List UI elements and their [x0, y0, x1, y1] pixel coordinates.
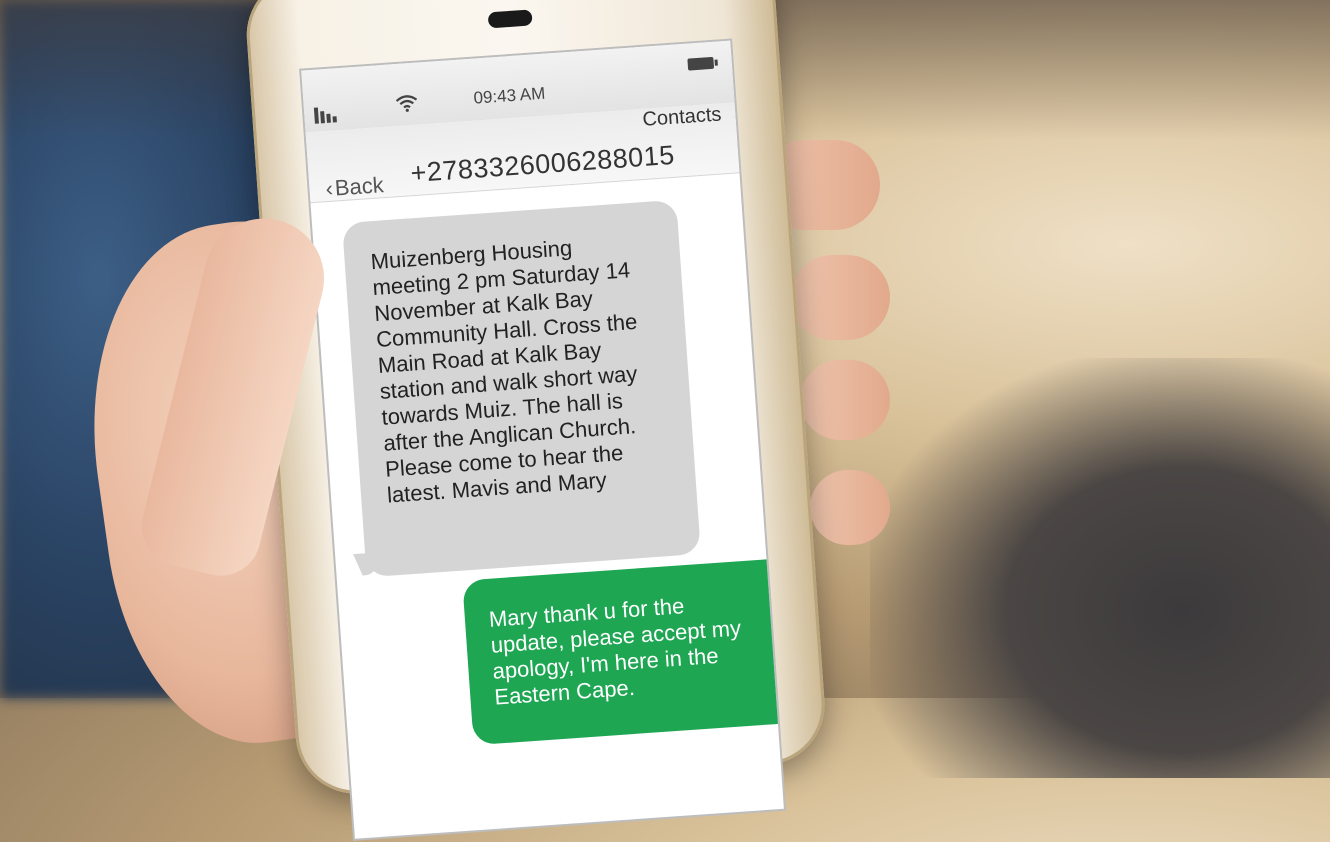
blurred-background-right [870, 358, 1330, 778]
outgoing-message-text: Mary thank u for the update, please acce… [488, 593, 742, 710]
contacts-button[interactable]: Contacts [642, 103, 722, 131]
battery-icon [687, 56, 715, 71]
phone-speaker [487, 9, 533, 29]
back-button[interactable]: ‹Back [325, 172, 385, 202]
phone-screen: 09:43 AM Contacts ‹Back +278332600628801… [301, 40, 784, 839]
conversation-phone-number: +2783326006288015 [409, 139, 676, 189]
signal-icon [313, 106, 343, 124]
finger-2 [790, 255, 890, 340]
finger-3 [800, 360, 890, 440]
wifi-icon [395, 94, 418, 117]
incoming-message-text: Muizenberg Housing meeting 2 pm Saturday… [369, 235, 639, 508]
back-label: Back [333, 172, 385, 201]
incoming-message-bubble[interactable]: Muizenberg Housing meeting 2 pm Saturday… [341, 199, 701, 578]
smartphone: 09:43 AM Contacts ‹Back +278332600628801… [242, 0, 829, 839]
chevron-left-icon: ‹ [324, 175, 334, 202]
status-time: 09:43 AM [472, 83, 546, 108]
outgoing-message-bubble[interactable]: Mary thank u for the update, please acce… [462, 557, 784, 746]
finger-4 [810, 470, 890, 545]
